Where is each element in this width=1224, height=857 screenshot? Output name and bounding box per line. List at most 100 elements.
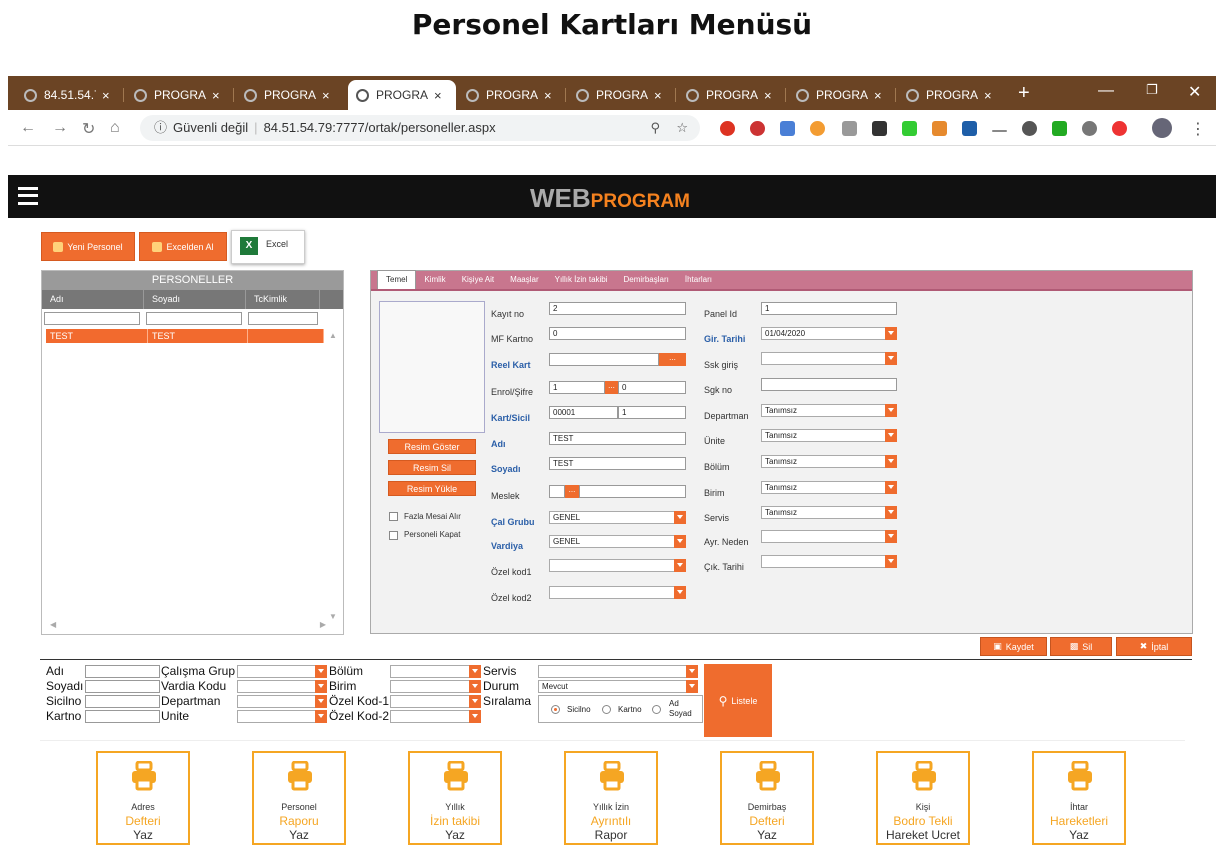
extension-icon[interactable] [1052, 121, 1067, 136]
column-header[interactable]: TcKimlik [246, 290, 320, 309]
extension-icon[interactable] [962, 121, 977, 136]
bolum-select[interactable]: Tanımsız [761, 455, 897, 468]
save-button[interactable]: ▣ Kaydet [980, 637, 1047, 656]
meslek-code-input[interactable] [549, 485, 565, 498]
tab-temel[interactable]: Temel [377, 270, 417, 289]
unite-select[interactable]: Tanımsız [761, 429, 897, 442]
enrol-lookup-button[interactable]: ... [605, 381, 618, 394]
close-tab-icon[interactable]: × [544, 88, 552, 103]
ozel-kod2-select[interactable] [549, 586, 686, 599]
tab-yillik-izin[interactable]: Yıllık İzin takibi [547, 271, 616, 289]
extension-icon[interactable] [902, 121, 917, 136]
filter-ozel-kod1-select[interactable] [390, 695, 481, 708]
browser-tab[interactable]: PROGRAM× [898, 80, 1006, 110]
extension-icon[interactable] [1112, 121, 1127, 136]
url-box[interactable]: ⓘ Güvenli değil | 84.51.54.79:7777/ortak/pe… [140, 115, 700, 141]
tab-maaslar[interactable]: Maaşlar [502, 271, 546, 289]
filter-durum-select[interactable]: Mevcut [538, 680, 698, 693]
profile-avatar[interactable] [1152, 118, 1172, 138]
panel-id-input[interactable]: 1 [761, 302, 897, 315]
report-address-book-button[interactable]: Adres Defteri Yaz [96, 751, 190, 845]
table-row[interactable]: TEST TEST [46, 329, 324, 343]
tab-kisiye-ait[interactable]: Kişiye Ait [454, 271, 502, 289]
tab-kimlik[interactable]: Kimlik [416, 271, 453, 289]
extension-icon[interactable] [810, 121, 825, 136]
ozel-kod1-select[interactable] [549, 559, 686, 572]
minimize-icon[interactable]: — [1098, 82, 1114, 100]
close-tab-icon[interactable]: × [874, 88, 882, 103]
meslek-lookup-button[interactable]: ... [565, 485, 579, 498]
adi-input[interactable]: TEST [549, 432, 686, 445]
filter-birim-select[interactable] [390, 680, 481, 693]
new-tab-icon[interactable]: + [1018, 82, 1030, 105]
soyadi-input[interactable]: TEST [549, 457, 686, 470]
vertical-scrollbar[interactable]: ▲ ▼ [329, 331, 341, 621]
filter-soyadi-input[interactable] [85, 680, 160, 693]
close-tab-icon[interactable]: × [102, 88, 110, 103]
menu-dots-icon[interactable]: ⋮ [1190, 119, 1206, 139]
overtime-checkbox[interactable] [389, 512, 398, 521]
mf-kartno-input[interactable]: 0 [549, 327, 686, 340]
report-annual-leave-detail-button[interactable]: Yıllık İzin Ayrıntılı Rapor [564, 751, 658, 845]
import-excel-button[interactable]: Excelden Al [139, 232, 227, 261]
report-fixtures-button[interactable]: Demirbaş Defteri Yaz [720, 751, 814, 845]
cancel-button[interactable]: ✖ İptal [1116, 637, 1192, 656]
back-icon[interactable]: ← [20, 119, 36, 137]
browser-tab[interactable]: PROGRAM× [236, 80, 344, 110]
filter-servis-select[interactable] [538, 665, 698, 678]
excel-export-button[interactable]: X Excel [231, 230, 305, 264]
extension-icon[interactable] [1022, 121, 1037, 136]
sort-kartno-radio[interactable] [602, 705, 611, 714]
column-header[interactable]: Adı [42, 290, 144, 309]
delete-button[interactable]: ▩ Sil [1050, 637, 1112, 656]
browser-tab[interactable]: 84.51.54.7 × [16, 80, 124, 110]
browser-tab[interactable]: PROGRAM× [788, 80, 896, 110]
filter-bolum-select[interactable] [390, 665, 481, 678]
close-tab-icon[interactable]: × [764, 88, 772, 103]
kart-input[interactable]: 00001 [549, 406, 618, 419]
translate-icon[interactable] [780, 121, 795, 136]
browser-tab[interactable]: PROGRAM× [678, 80, 786, 110]
filter-departman-select[interactable] [237, 695, 327, 708]
report-personnel-button[interactable]: Personel Raporu Yaz [252, 751, 346, 845]
browser-tab[interactable]: PROGRAM× [458, 80, 566, 110]
cik-tarihi-select[interactable] [761, 555, 897, 568]
column-header[interactable]: Soyadı [144, 290, 246, 309]
horizontal-scrollbar[interactable]: ◀ ▶ [46, 620, 326, 632]
departman-select[interactable]: Tanımsız [761, 404, 897, 417]
sifre-input[interactable]: 0 [618, 381, 686, 394]
extension-icon[interactable] [720, 121, 735, 136]
adblock-icon[interactable] [750, 121, 765, 136]
filter-sicilno-input[interactable] [85, 695, 160, 708]
close-personnel-checkbox[interactable] [389, 531, 398, 540]
gir-tarihi-select[interactable]: 01/04/2020 [761, 327, 897, 340]
filter-input[interactable] [248, 312, 318, 325]
filter-kartno-input[interactable] [85, 710, 160, 723]
reload-icon[interactable]: ↻ [82, 119, 95, 139]
kayit-no-input[interactable]: 2 [549, 302, 686, 315]
meslek-input[interactable] [579, 485, 686, 498]
close-tab-icon[interactable]: × [434, 88, 442, 103]
reel-kart-input[interactable] [549, 353, 659, 366]
extension-icon[interactable] [872, 121, 887, 136]
new-personnel-button[interactable]: Yeni Personel [41, 232, 135, 261]
window-close-icon[interactable]: ✕ [1188, 82, 1201, 102]
servis-select[interactable]: Tanımsız [761, 506, 897, 519]
close-tab-icon[interactable]: × [984, 88, 992, 103]
report-warnings-button[interactable]: İhtar Hareketleri Yaz [1032, 751, 1126, 845]
sgk-no-input[interactable] [761, 378, 897, 391]
list-button[interactable]: ⚲ Listele [704, 664, 772, 737]
filter-input[interactable] [146, 312, 242, 325]
filter-unite-select[interactable] [237, 710, 327, 723]
vardiya-select[interactable]: GENEL [549, 535, 686, 548]
ayr-neden-select[interactable] [761, 530, 897, 543]
filter-adi-input[interactable] [85, 665, 160, 678]
birim-select[interactable]: Tanımsız [761, 481, 897, 494]
browser-tab[interactable]: PROGRAM× [126, 80, 234, 110]
zoom-icon[interactable]: ⚲ [650, 115, 660, 141]
delete-photo-button[interactable]: Resim Sil [388, 460, 476, 475]
browser-tab-active[interactable]: PROGRAM× [348, 80, 456, 110]
report-payroll-button[interactable]: Kişi Bodro Tekli Hareket Ucret [876, 751, 970, 845]
sicil-input[interactable]: 1 [618, 406, 686, 419]
extension-icon[interactable] [1082, 121, 1097, 136]
